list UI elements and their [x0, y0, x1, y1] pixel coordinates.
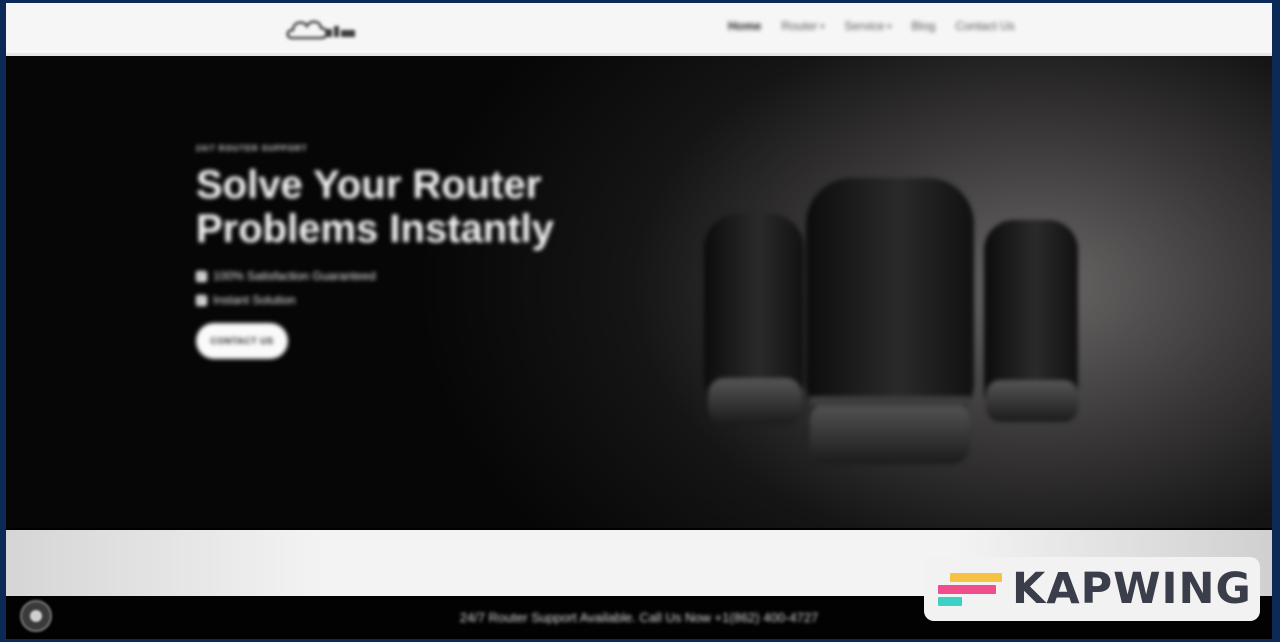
contact-us-button[interactable]: CONTACT US	[196, 323, 288, 359]
hero-headline: Solve Your Router Problems Instantly	[196, 163, 554, 251]
kapwing-watermark: KAPWING	[924, 557, 1260, 621]
chevron-down-icon: ▾	[820, 21, 825, 31]
nav-router[interactable]: Router ▾	[781, 19, 824, 33]
hero-eyebrow: 24/7 Router Support	[196, 144, 308, 153]
feature-text: 100% Satisfaction Guaranteed	[213, 269, 376, 283]
hero-copy: 24/7 Router Support Solve Your Router Pr…	[196, 144, 626, 359]
feature-item: ✓ Instant Solution	[196, 293, 626, 307]
checkbox-icon: ✓	[196, 294, 207, 306]
browser-viewport: Home Router ▾ Service ▾ Blog Contact Us …	[6, 3, 1272, 639]
nav-home-label: Home	[728, 19, 762, 33]
checkbox-icon: ✓	[196, 270, 207, 282]
kapwing-logo-icon	[938, 572, 1002, 606]
hero-banner: 24/7 Router Support Solve Your Router Pr…	[6, 56, 1272, 528]
nav-router-label: Router	[781, 19, 818, 33]
nav-blog[interactable]: Blog	[911, 19, 935, 33]
nav-contact[interactable]: Contact Us	[955, 19, 1014, 33]
main-nav: Home Router ▾ Service ▾ Blog Contact Us	[728, 19, 1015, 33]
site-header: Home Router ▾ Service ▾ Blog Contact Us	[6, 3, 1272, 56]
feature-item: ✓ 100% Satisfaction Guaranteed	[196, 269, 626, 283]
chevron-down-icon: ▾	[887, 21, 892, 31]
site-logo[interactable]	[284, 12, 368, 46]
kapwing-wordmark: KAPWING	[1012, 564, 1252, 614]
hero-feature-list: ✓ 100% Satisfaction Guaranteed ✓ Instant…	[196, 269, 626, 307]
nav-blog-label: Blog	[911, 19, 936, 33]
nav-service[interactable]: Service ▾	[844, 19, 891, 33]
nav-home[interactable]: Home	[728, 19, 761, 33]
feature-text: Instant Solution	[213, 293, 296, 307]
nav-service-label: Service	[844, 19, 885, 33]
nav-contact-label: Contact Us	[955, 19, 1015, 33]
mesh-router-image	[704, 178, 1078, 464]
